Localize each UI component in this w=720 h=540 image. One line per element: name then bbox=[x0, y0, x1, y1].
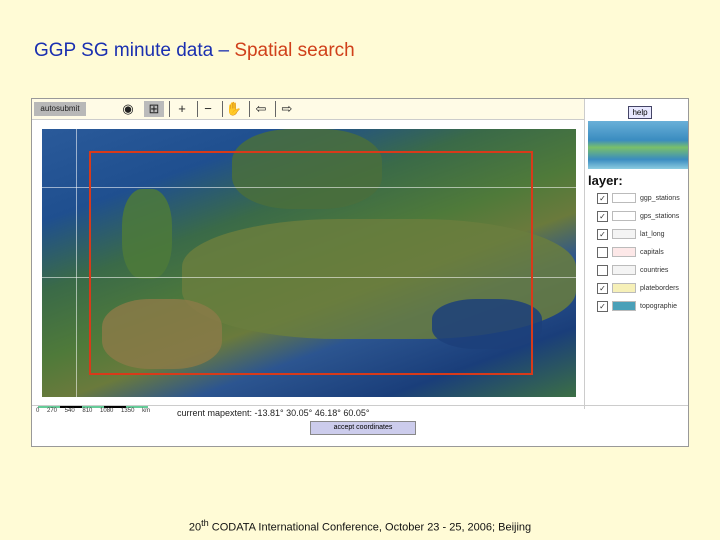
toolbar: autosubmit ◉ ⊞ + − ✋ ⇦ ⇨ bbox=[32, 99, 584, 120]
footer: 20th CODATA International Conference, Oc… bbox=[0, 518, 720, 534]
layer-swatch bbox=[612, 283, 636, 293]
layer-swatch bbox=[612, 193, 636, 203]
layer-checkbox[interactable] bbox=[597, 246, 608, 258]
footer-number: 20 bbox=[188, 521, 202, 534]
zoom-in-icon[interactable]: + bbox=[172, 101, 192, 117]
back-arrow-icon[interactable]: ⇦ bbox=[251, 101, 271, 117]
help-button[interactable]: help bbox=[628, 106, 652, 119]
layer-heading: layer: bbox=[588, 173, 623, 188]
map-extent-readout: current mapextent: -13.81° 30.05° 46.18°… bbox=[177, 408, 370, 418]
forward-arrow-icon[interactable]: ⇨ bbox=[277, 101, 297, 117]
layer-swatch bbox=[612, 265, 636, 275]
slide-title: GGP SG minute data – Spatial search bbox=[34, 40, 355, 62]
overview-map[interactable] bbox=[588, 121, 688, 169]
layer-checkbox[interactable] bbox=[597, 264, 608, 276]
layer-checkbox[interactable]: ✓ bbox=[597, 210, 608, 222]
longitude-line bbox=[76, 129, 77, 397]
layer-checkbox[interactable]: ✓ bbox=[597, 228, 608, 240]
divider bbox=[249, 101, 250, 117]
layer-item: capitals bbox=[597, 245, 689, 259]
divider bbox=[169, 101, 170, 117]
layer-swatch bbox=[612, 229, 636, 239]
layer-item: countries bbox=[597, 263, 689, 277]
search-extent-rectangle[interactable] bbox=[89, 151, 533, 375]
zoom-box-icon[interactable]: ⊞ bbox=[144, 101, 164, 117]
globe-icon[interactable]: ◉ bbox=[118, 101, 138, 117]
layer-label: ggp_stations bbox=[640, 194, 680, 202]
layer-checkbox[interactable]: ✓ bbox=[597, 192, 608, 204]
scale-labels: 0 270 540 810 1080 1350 km bbox=[36, 408, 151, 414]
layer-checkbox[interactable]: ✓ bbox=[597, 300, 608, 312]
title-text: GGP SG minute data – bbox=[34, 40, 235, 61]
layer-checkbox[interactable]: ✓ bbox=[597, 282, 608, 294]
layer-label: gps_stations bbox=[640, 212, 680, 220]
layer-item: ✓ topographie bbox=[597, 299, 689, 313]
zoom-out-icon[interactable]: − bbox=[198, 101, 218, 117]
footer-ordinal: th bbox=[201, 518, 209, 528]
status-bar: 0 270 540 810 1080 1350 km current mapex… bbox=[32, 405, 688, 420]
layer-swatch bbox=[612, 247, 636, 257]
layer-item: ✓ plateborders bbox=[597, 281, 689, 295]
side-panel: help layer: ✓ ggp_stations ✓ gps_stations ✓ l… bbox=[584, 99, 689, 409]
layer-label: plateborders bbox=[640, 284, 679, 292]
map-canvas[interactable] bbox=[42, 129, 576, 397]
divider bbox=[275, 101, 276, 117]
layer-label: topographie bbox=[640, 302, 677, 310]
layer-item: ✓ ggp_stations bbox=[597, 191, 689, 205]
layer-label: countries bbox=[640, 266, 669, 274]
layer-item: ✓ gps_stations bbox=[597, 209, 689, 223]
map-application: autosubmit ◉ ⊞ + − ✋ ⇦ ⇨ help layer: ✓ gg… bbox=[31, 98, 689, 447]
layer-item: ✓ lat_long bbox=[597, 227, 689, 241]
accept-coordinates-button[interactable]: accept coordinates bbox=[310, 421, 416, 435]
divider bbox=[222, 101, 223, 117]
footer-text: CODATA International Conference, October… bbox=[208, 521, 532, 534]
layer-swatch bbox=[612, 301, 636, 311]
title-highlight: Spatial search bbox=[234, 40, 355, 61]
layer-label: lat_long bbox=[640, 230, 665, 238]
autosubmit-button[interactable]: autosubmit bbox=[34, 102, 86, 116]
pan-hand-icon[interactable]: ✋ bbox=[224, 101, 244, 117]
layer-label: capitals bbox=[640, 248, 664, 256]
layer-swatch bbox=[612, 211, 636, 221]
